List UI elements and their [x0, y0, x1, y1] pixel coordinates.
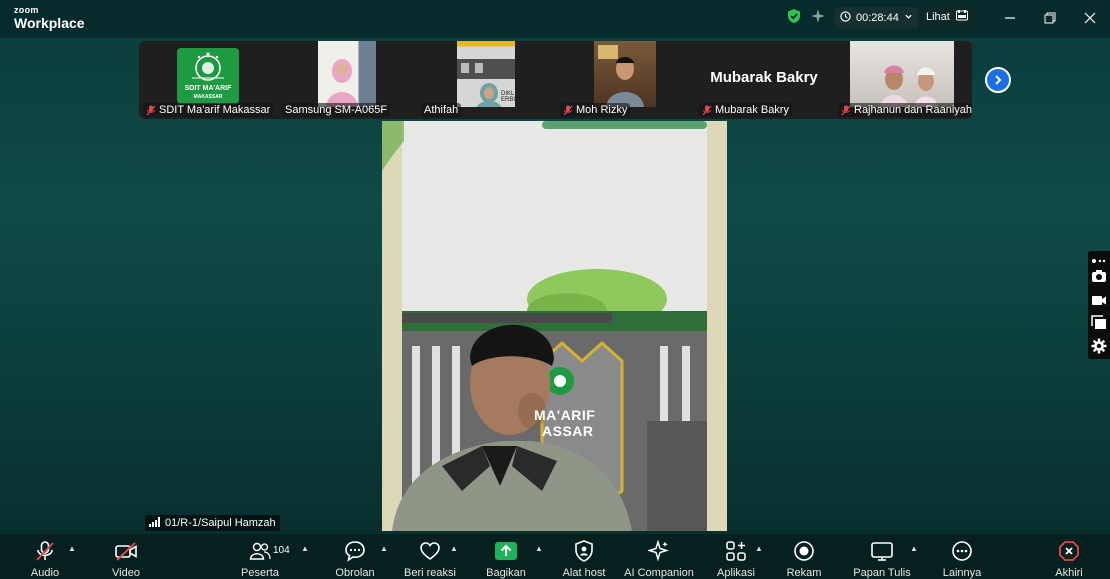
video-camera-icon[interactable]	[1091, 292, 1107, 308]
share-screen-icon	[492, 538, 520, 564]
more-dots-icon[interactable]	[1091, 253, 1107, 263]
sign-text: DIKL ERBI	[501, 91, 516, 103]
clock-icon	[840, 11, 851, 25]
brand-workplace: Workplace	[14, 15, 85, 31]
close-icon[interactable]	[1080, 8, 1100, 28]
speaker-name-tag: 01/R-1/Saipul Hamzah	[145, 515, 280, 531]
participant-tile[interactable]: Mubarak Bakry Mubarak Bakry	[695, 41, 833, 119]
mic-muted-icon	[563, 105, 573, 116]
chat-bubble-icon	[341, 538, 369, 564]
participant-name-label: Athifah	[421, 103, 462, 117]
apps-options-caret[interactable]: ▲	[755, 544, 763, 553]
participant-tile[interactable]: Samsung SM-A065F	[278, 41, 416, 119]
background-text: MA'ARIF	[534, 407, 596, 423]
ai-sparkle-icon[interactable]	[810, 8, 826, 29]
participants-icon	[246, 538, 274, 564]
chevron-down-icon	[904, 12, 913, 24]
ai-companion-button[interactable]: AI Companion	[623, 534, 695, 579]
apps-grid-icon	[722, 538, 750, 564]
participant-tile[interactable]: Rajhanun dan Raaniyah	[834, 41, 972, 119]
whiteboard-button[interactable]: Papan Tulis	[852, 534, 912, 579]
audio-options-caret[interactable]: ▲	[68, 544, 76, 553]
mic-muted-icon	[702, 105, 712, 116]
participant-video	[850, 41, 954, 107]
participant-name-label: Samsung SM-A065F	[282, 103, 391, 117]
whiteboard-options-caret[interactable]: ▲	[910, 544, 918, 553]
app-brand: zoom Workplace	[14, 5, 85, 31]
participant-strip: SDIT MA'ARIF MAKASSAR SDIT Ma'arif Makas…	[139, 41, 972, 119]
chat-button[interactable]: Obrolan	[333, 534, 377, 579]
school-logo: SDIT MA'ARIF MAKASSAR	[177, 48, 239, 104]
audio-button[interactable]: Audio	[25, 534, 65, 579]
participant-tile[interactable]: Moh Rizky	[556, 41, 694, 119]
participant-tile[interactable]: SDIT MA'ARIF MAKASSAR SDIT Ma'arif Makas…	[139, 41, 277, 119]
participant-name-label: Moh Rizky	[560, 103, 631, 117]
participant-tile[interactable]: DIKL ERBI Athifah	[417, 41, 555, 119]
main-speaker-video[interactable]: MA'ARIF ASSAR	[382, 121, 727, 531]
record-button[interactable]: Rekam	[784, 534, 824, 579]
chevron-right-icon	[995, 75, 1002, 85]
mic-muted-icon	[841, 105, 851, 116]
record-icon	[790, 538, 818, 564]
title-bar: zoom Workplace 00:28:44 Lihat	[0, 0, 1110, 38]
settings-gear-icon[interactable]	[1091, 338, 1107, 354]
participant-name-label: SDIT Ma'arif Makassar	[143, 103, 274, 117]
grid-view-icon	[955, 10, 968, 24]
end-call-icon	[1055, 538, 1083, 564]
more-button[interactable]: Lainnya	[940, 534, 984, 579]
participants-button[interactable]: Peserta	[238, 534, 282, 579]
background-text: ASSAR	[542, 423, 594, 439]
shield-icon	[570, 538, 598, 564]
whiteboard-icon	[868, 538, 896, 564]
meeting-timer[interactable]: 00:28:44	[834, 7, 919, 29]
windows-icon[interactable]	[1091, 315, 1107, 331]
reactions-button[interactable]: Beri reaksi	[404, 534, 456, 579]
chat-options-caret[interactable]: ▲	[380, 544, 388, 553]
video-button[interactable]: Video	[106, 534, 146, 579]
meeting-toolbar: Audio ▲ Video Peserta 104 ▲ Obrolan ▲ Be…	[0, 534, 1110, 579]
ai-sparkle-icon	[645, 538, 673, 564]
participant-name-label: Rajhanun dan Raaniyah	[838, 103, 972, 117]
participant-video	[594, 41, 656, 107]
participant-name-label: Mubarak Bakry	[699, 103, 792, 117]
mic-muted-icon	[146, 105, 156, 116]
next-page-button[interactable]	[985, 67, 1011, 93]
view-button[interactable]: Lihat	[918, 6, 976, 28]
end-meeting-button[interactable]: Akhiri	[1050, 534, 1088, 579]
minimize-icon[interactable]	[1000, 8, 1020, 28]
shield-check-icon[interactable]	[786, 8, 802, 29]
share-options-caret[interactable]: ▲	[535, 544, 543, 553]
participants-count: 104	[273, 545, 290, 556]
timer-text: 00:28:44	[856, 12, 899, 24]
camera-snapshot-icon[interactable]	[1091, 268, 1107, 284]
reactions-options-caret[interactable]: ▲	[450, 544, 458, 553]
participant-video	[318, 41, 376, 107]
share-button[interactable]: Bagikan	[486, 534, 526, 579]
participant-display-name: Mubarak Bakry	[710, 69, 818, 86]
brand-zoom: zoom	[14, 5, 39, 15]
signal-bars-icon	[149, 516, 161, 530]
logo-text: SDIT MA'ARIF MAKASSAR	[184, 85, 232, 100]
view-label: Lihat	[926, 11, 950, 23]
apps-button[interactable]: Aplikasi	[714, 534, 758, 579]
more-dots-icon	[948, 538, 976, 564]
side-controls	[1088, 251, 1110, 359]
participants-options-caret[interactable]: ▲	[301, 544, 309, 553]
video-off-icon	[112, 538, 140, 564]
participant-video: DIKL ERBI	[457, 41, 515, 107]
heart-icon	[416, 538, 444, 564]
mic-muted-icon	[31, 538, 59, 564]
restore-icon[interactable]	[1040, 8, 1060, 28]
host-tools-button[interactable]: Alat host	[562, 534, 606, 579]
